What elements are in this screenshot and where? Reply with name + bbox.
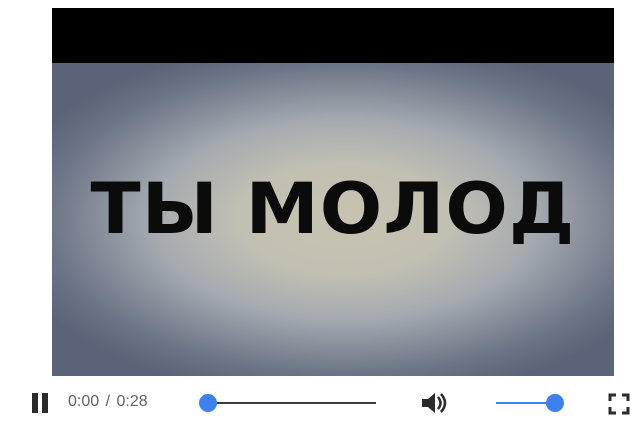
volume-thumb[interactable]: [546, 394, 565, 412]
volume-up-icon: [422, 393, 447, 413]
video-frame[interactable]: ТЫ МОЛОД: [52, 8, 614, 376]
seek-thumb[interactable]: [199, 394, 217, 412]
player-controls: 0:00 / 0:28: [0, 376, 638, 427]
volume-slider[interactable]: [496, 394, 570, 412]
fullscreen-icon: [608, 393, 630, 415]
mute-button[interactable]: [420, 391, 454, 415]
seek-slider[interactable]: [199, 394, 376, 412]
current-time: 0:00: [68, 393, 100, 410]
video-scene: ТЫ МОЛОД: [52, 63, 614, 376]
video-player: ТЫ МОЛОД 0:00 / 0:28: [0, 0, 638, 427]
fullscreen-button[interactable]: [608, 393, 630, 415]
time-display: 0:00 / 0:28: [68, 393, 148, 411]
pause-button[interactable]: [30, 393, 50, 413]
time-separator: /: [105, 393, 111, 410]
duration: 0:28: [116, 393, 148, 410]
video-frame-text: ТЫ МОЛОД: [90, 168, 576, 250]
letterbox-bar: [52, 8, 614, 63]
pause-icon: [32, 393, 38, 413]
pause-icon-bar: [42, 393, 48, 413]
seek-track: [208, 402, 376, 404]
